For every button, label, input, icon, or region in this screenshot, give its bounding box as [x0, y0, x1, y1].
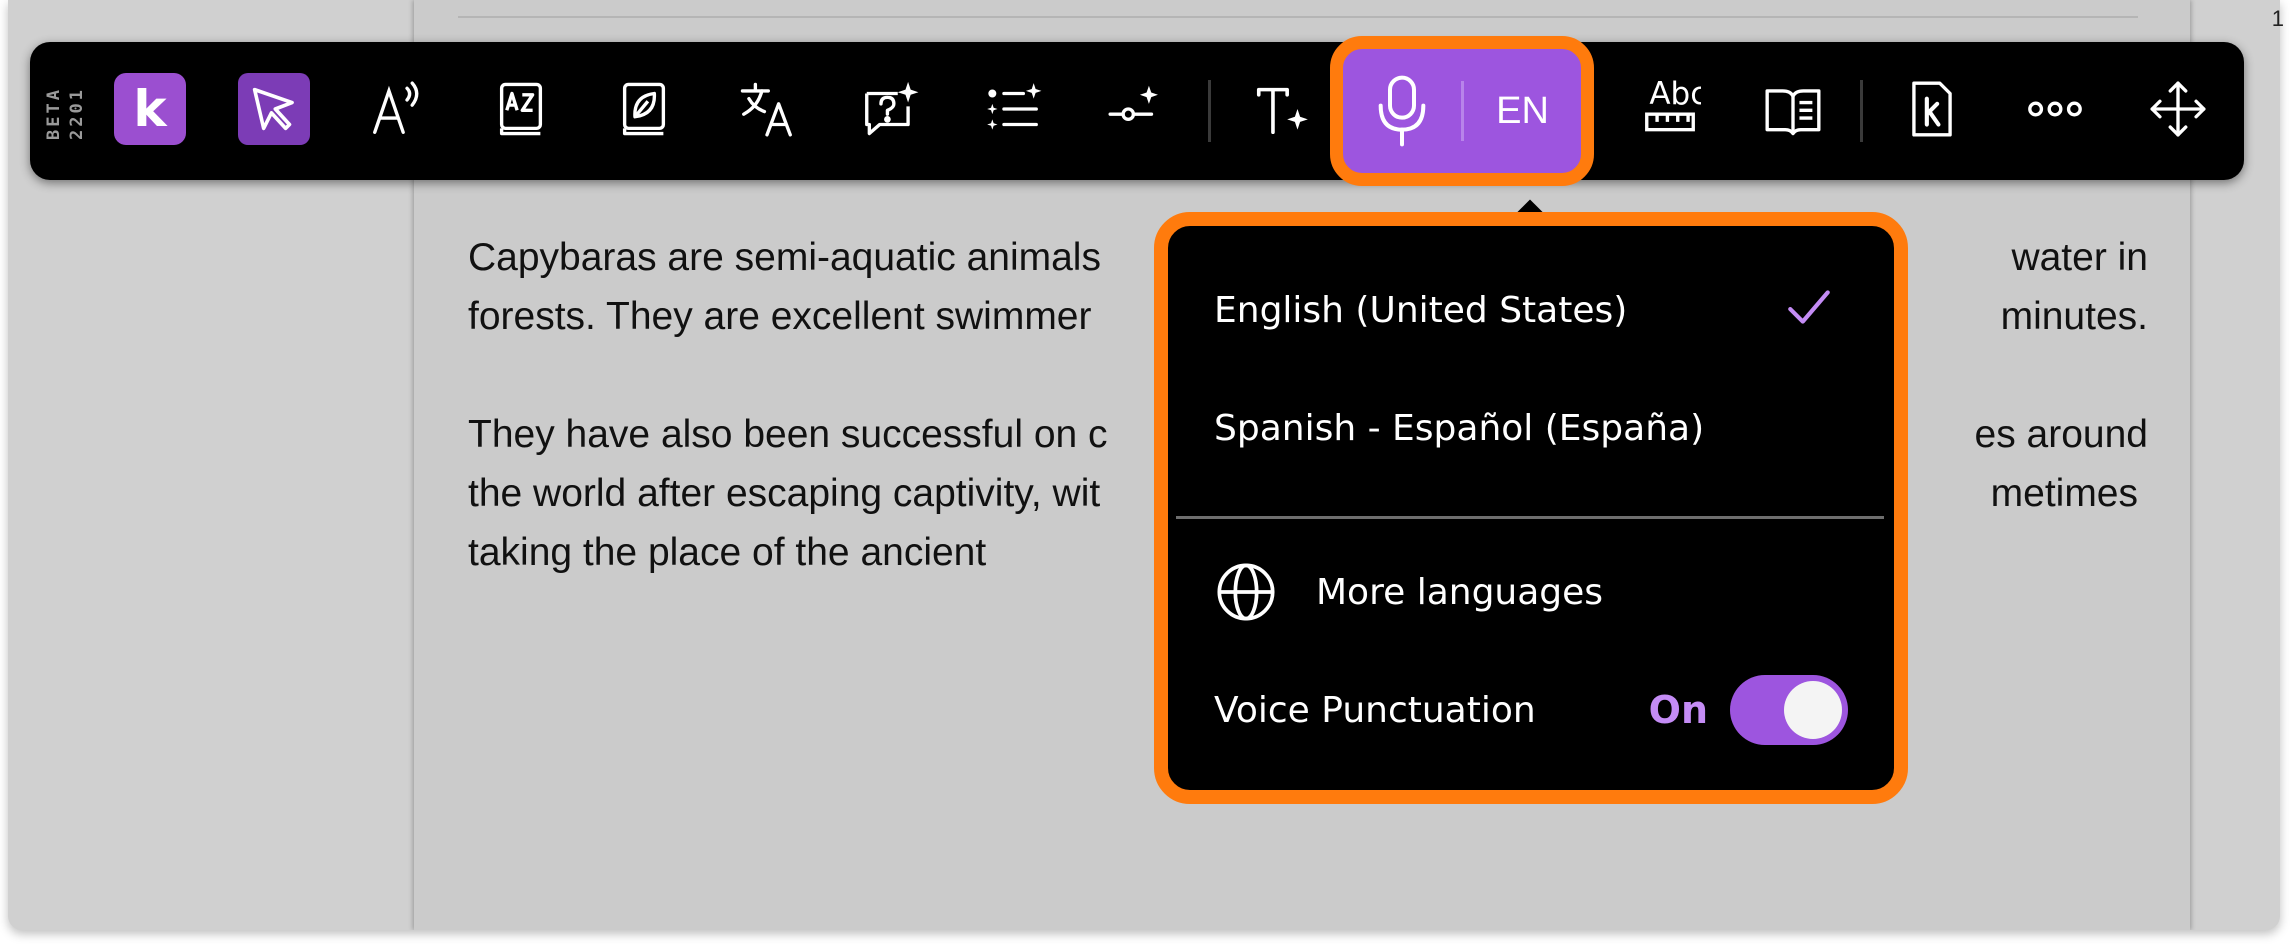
picture-dictionary-button[interactable]: [608, 73, 680, 145]
select-cursor-icon: [252, 87, 294, 131]
read-aloud-button[interactable]: [362, 73, 434, 145]
move-icon: [2150, 81, 2206, 137]
kami-toolbar: BETA 2201 k EN Ab: [30, 36, 2244, 186]
slider-ai-button[interactable]: [1100, 73, 1172, 145]
microphone-button[interactable]: [1343, 49, 1461, 173]
toggle-knob: [1784, 681, 1842, 739]
slider-ai-icon: [1108, 85, 1158, 122]
list-ai-icon: [987, 83, 1042, 130]
more-icon: [2028, 101, 2082, 117]
microphone-icon: [1378, 75, 1426, 147]
beta-badge: BETA 2201: [43, 86, 87, 140]
menu-divider: [1176, 516, 1884, 519]
globe-icon: [1217, 563, 1275, 621]
translate-button[interactable]: [731, 73, 803, 145]
kami-doc-icon: [1912, 81, 1952, 137]
more-button[interactable]: [2019, 73, 2091, 145]
toolbar-separator: [1208, 80, 1211, 142]
list-ai-button[interactable]: [977, 73, 1049, 145]
language-selector[interactable]: EN: [1464, 90, 1581, 133]
page-divider: [458, 16, 2138, 18]
dictionary-icon: [499, 82, 543, 136]
voice-punctuation-state: On: [1648, 688, 1708, 732]
dictionary-button[interactable]: [485, 73, 557, 145]
text-ai-icon: [1256, 87, 1308, 135]
translate-icon: [740, 82, 792, 137]
text-ai-button[interactable]: [1246, 73, 1318, 145]
svg-text:Abc: Abc: [1649, 78, 1701, 112]
read-aloud-icon: [373, 81, 419, 134]
spell-check-icon: Abc: [1645, 78, 1701, 132]
move-toolbar-handle[interactable]: [2142, 73, 2214, 145]
question-ai-icon: [865, 81, 919, 136]
select-cursor-button[interactable]: [238, 73, 310, 145]
voice-punctuation-toggle[interactable]: [1730, 675, 1848, 745]
picture-dictionary-icon: [622, 82, 666, 136]
toolbar-separator: [1860, 80, 1863, 142]
dictation-button[interactable]: EN: [1330, 36, 1594, 186]
dictation-language-menu: English (United States) Spanish - Españo…: [1154, 212, 1908, 804]
kami-logo-button[interactable]: k: [114, 73, 186, 145]
page-number: 1: [2271, 6, 2284, 31]
check-icon: [1788, 290, 1830, 324]
language-option-english[interactable]: English (United States): [1168, 260, 1894, 360]
language-option-spanish[interactable]: Spanish - Español (España): [1168, 378, 1894, 478]
voice-punctuation-row: Voice Punctuation On: [1168, 660, 1894, 760]
reader-button[interactable]: [1757, 73, 1829, 145]
question-ai-button[interactable]: [854, 73, 926, 145]
more-languages-item[interactable]: More languages: [1168, 542, 1894, 642]
spell-check-button[interactable]: Abc: [1634, 73, 1706, 145]
kami-doc-button[interactable]: [1896, 73, 1968, 145]
reader-icon: [1765, 89, 1821, 136]
